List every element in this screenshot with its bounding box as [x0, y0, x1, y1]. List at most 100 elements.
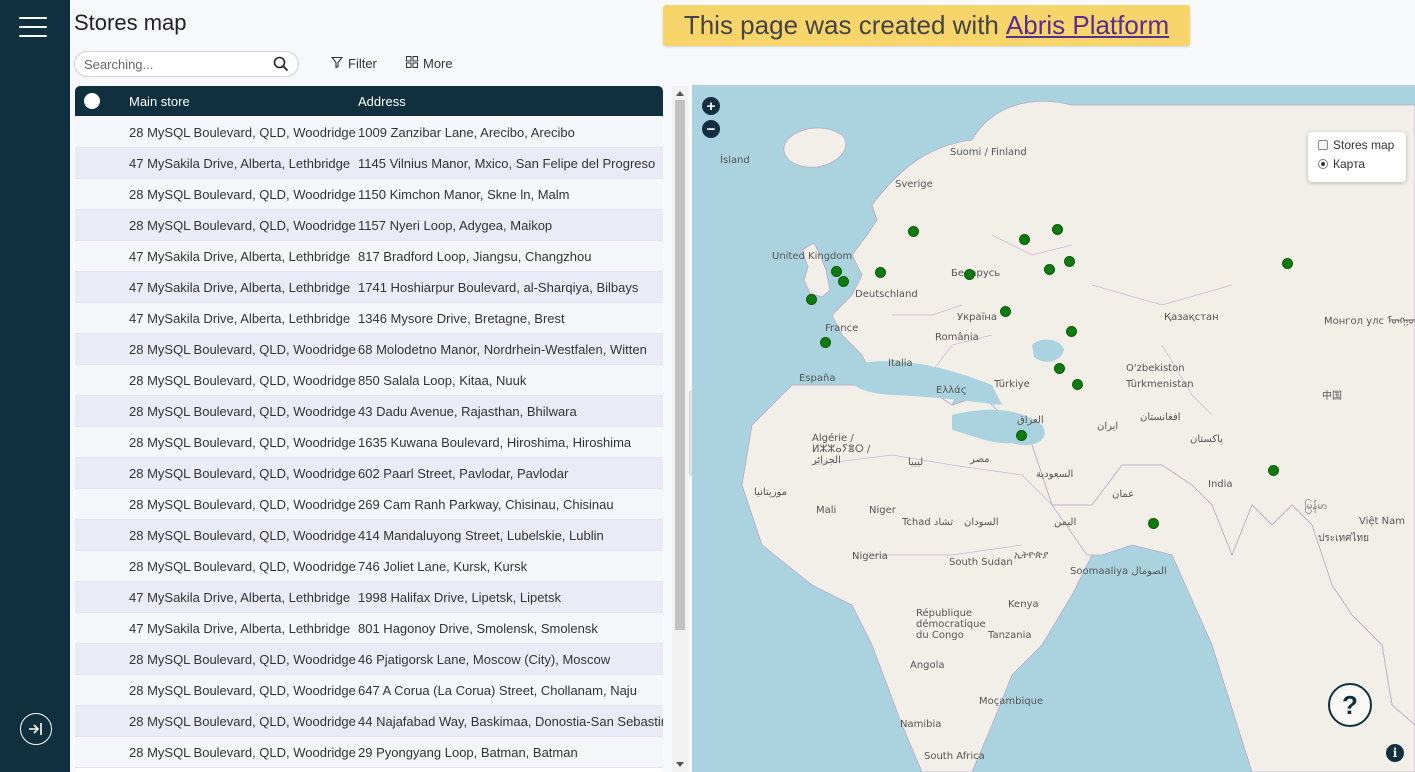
filter-button[interactable]: Filter	[330, 56, 377, 71]
column-header-main-store[interactable]: Main store	[129, 94, 190, 109]
map-place-label: السودان	[964, 517, 999, 528]
layer-radio[interactable]	[1318, 159, 1328, 169]
zoom-out-button[interactable]: −	[702, 120, 720, 138]
sidebar	[0, 0, 70, 772]
cell-main-store: 28 MySQL Boulevard, QLD, Woodridge	[129, 373, 356, 388]
cell-main-store: 28 MySQL Boulevard, QLD, Woodridge	[129, 559, 356, 574]
store-marker[interactable]	[1051, 223, 1063, 235]
select-all-toggle[interactable]	[84, 93, 100, 109]
store-marker[interactable]	[1043, 264, 1055, 276]
table-row[interactable]: 47 MySakila Drive, Alberta, Lethbridge 81…	[75, 241, 663, 272]
scrollbar-thumb[interactable]	[675, 100, 685, 630]
table-row[interactable]: 28 MySQL Boulevard, QLD, Woodridge 647 A …	[75, 675, 663, 706]
cell-address: 647 A Corua (La Corua) Street, Chollanam…	[358, 683, 637, 698]
table-row[interactable]: 28 MySQL Boulevard, QLD, Woodridge 602 Pa…	[75, 458, 663, 489]
map-place-label: مصر	[970, 454, 990, 465]
table-scrollbar[interactable]	[672, 86, 688, 772]
cell-main-store: 28 MySQL Boulevard, QLD, Woodridge	[129, 745, 356, 760]
search-input[interactable]	[84, 56, 264, 73]
table-row[interactable]: 47 MySakila Drive, Alberta, Lethbridge 19…	[75, 582, 663, 613]
table-row[interactable]: 28 MySQL Boulevard, QLD, Woodridge 29 Pyo…	[75, 737, 663, 768]
cell-main-store: 28 MySQL Boulevard, QLD, Woodridge	[129, 714, 356, 729]
map-place-label: India	[1208, 479, 1233, 490]
map-place-label: Sverige	[895, 179, 933, 190]
map-place-label: Soomaaliya الصومال	[1070, 566, 1167, 577]
map-place-label: Беларусь	[951, 268, 1001, 279]
store-marker[interactable]	[1072, 378, 1084, 390]
menu-icon[interactable]	[19, 15, 47, 39]
layer-label: Stores map	[1333, 138, 1395, 152]
cell-address: 46 Pjatigorsk Lane, Moscow (City), Mosco…	[358, 652, 611, 667]
store-marker[interactable]	[1054, 362, 1066, 374]
abris-platform-link[interactable]: Abris Platform	[1006, 10, 1169, 41]
store-marker[interactable]	[907, 225, 919, 237]
cell-main-store: 28 MySQL Boulevard, QLD, Woodridge	[129, 342, 356, 357]
layer-option-karta[interactable]: Карта	[1318, 157, 1365, 171]
table-row[interactable]: 28 MySQL Boulevard, QLD, Woodridge 44 Naj…	[75, 706, 663, 737]
store-marker[interactable]	[874, 266, 886, 278]
cell-main-store: 28 MySQL Boulevard, QLD, Woodridge	[129, 528, 356, 543]
table-row[interactable]: 28 MySQL Boulevard, QLD, Woodridge 850 Sa…	[75, 365, 663, 396]
promo-banner: This page was created with Abris Platfor…	[663, 5, 1190, 46]
help-button[interactable]: ?	[1328, 683, 1372, 727]
map-place-label: Mali	[816, 505, 837, 516]
info-icon[interactable]: i	[1386, 744, 1404, 762]
map-place-label: Türkmenistan	[1126, 379, 1194, 390]
store-marker[interactable]	[1019, 233, 1031, 245]
table-row[interactable]: 28 MySQL Boulevard, QLD, Woodridge 1150 K…	[75, 179, 663, 210]
cell-main-store: 47 MySakila Drive, Alberta, Lethbridge	[129, 590, 351, 605]
map-place-label: Tanzania	[988, 630, 1032, 641]
table-row[interactable]: 28 MySQL Boulevard, QLD, Woodridge 746 Jo…	[75, 551, 663, 582]
scroll-down-arrow[interactable]	[676, 762, 684, 767]
table-row[interactable]: 28 MySQL Boulevard, QLD, Woodridge 1157 N…	[75, 210, 663, 241]
layer-checkbox[interactable]	[1318, 140, 1328, 150]
map-place-label: ประเทศไทย	[1318, 533, 1369, 544]
cell-address: 817 Bradford Loop, Jiangsu, Changzhou	[358, 249, 592, 264]
main-content: Stores map This page was created with Ab…	[70, 0, 1415, 772]
map-place-label: Namibia	[900, 719, 942, 730]
page-title: Stores map	[74, 10, 187, 35]
table-row[interactable]: 28 MySQL Boulevard, QLD, Woodridge 414 Ma…	[75, 520, 663, 551]
table-row[interactable]: 28 MySQL Boulevard, QLD, Woodridge 269 Ca…	[75, 489, 663, 520]
map-place-label: Kenya	[1008, 599, 1039, 610]
store-marker[interactable]	[1063, 255, 1075, 267]
zoom-in-button[interactable]: +	[702, 97, 720, 115]
store-marker[interactable]	[1148, 517, 1160, 529]
table-row[interactable]: 47 MySakila Drive, Alberta, Lethbridge 11…	[75, 148, 663, 179]
map-place-label: Ísland	[720, 155, 750, 166]
table-row[interactable]: 28 MySQL Boulevard, QLD, Woodridge 68 Mol…	[75, 334, 663, 365]
map-place-label: Україна	[957, 312, 998, 323]
cell-address: 1635 Kuwana Boulevard, Hiroshima, Hirosh…	[358, 435, 632, 450]
logout-icon[interactable]	[20, 713, 52, 745]
scroll-up-arrow[interactable]	[676, 91, 684, 96]
cell-main-store: 47 MySakila Drive, Alberta, Lethbridge	[129, 156, 351, 171]
cell-address: 602 Paarl Street, Pavlodar, Pavlodar	[358, 466, 569, 481]
stores-map[interactable]: + − Stores map Карта Ísland Suomi / Finla…	[692, 85, 1415, 772]
cell-address: 43 Dadu Avenue, Rajasthan, Bhilwara	[358, 404, 577, 419]
table-row[interactable]: 28 MySQL Boulevard, QLD, Woodridge 43 Dad…	[75, 396, 663, 427]
table-row[interactable]: 47 MySakila Drive, Alberta, Lethbridge 13…	[75, 303, 663, 334]
store-marker[interactable]	[964, 268, 976, 280]
table-row[interactable]: 47 MySakila Drive, Alberta, Lethbridge 80…	[75, 613, 663, 644]
store-marker[interactable]	[805, 294, 817, 306]
layer-option-stores-map[interactable]: Stores map	[1318, 138, 1394, 152]
map-place-label: عمان	[1112, 489, 1135, 500]
search-icon[interactable]	[273, 56, 289, 77]
layer-switcher: Stores map Карта	[1308, 132, 1406, 182]
map-place-label: موريتانيا	[754, 487, 788, 498]
cell-address: 414 Mandaluyong Street, Lubelskie, Lubli…	[358, 528, 604, 543]
cell-main-store: 28 MySQL Boulevard, QLD, Woodridge	[129, 466, 356, 481]
map-place-label: O'zbekiston	[1126, 363, 1185, 374]
search-box[interactable]	[74, 51, 299, 77]
table-row[interactable]: 28 MySQL Boulevard, QLD, Woodridge 1635 K…	[75, 427, 663, 458]
column-header-address[interactable]: Address	[358, 94, 406, 109]
cell-address: 1346 Mysore Drive, Bretagne, Brest	[358, 311, 565, 326]
cell-address: 1998 Halifax Drive, Lipetsk, Lipetsk	[358, 590, 562, 605]
table-row[interactable]: 28 MySQL Boulevard, QLD, Woodridge 1009 Z…	[75, 117, 663, 148]
table-row[interactable]: 28 MySQL Boulevard, QLD, Woodridge 46 Pja…	[75, 644, 663, 675]
table-row[interactable]: 47 MySakila Drive, Alberta, Lethbridge 17…	[75, 272, 663, 303]
cell-address: 29 Pyongyang Loop, Batman, Batman	[358, 745, 578, 760]
cell-main-store: 28 MySQL Boulevard, QLD, Woodridge	[129, 435, 356, 450]
banner-text: This page was created with	[683, 10, 999, 40]
more-button[interactable]: More	[406, 56, 453, 71]
